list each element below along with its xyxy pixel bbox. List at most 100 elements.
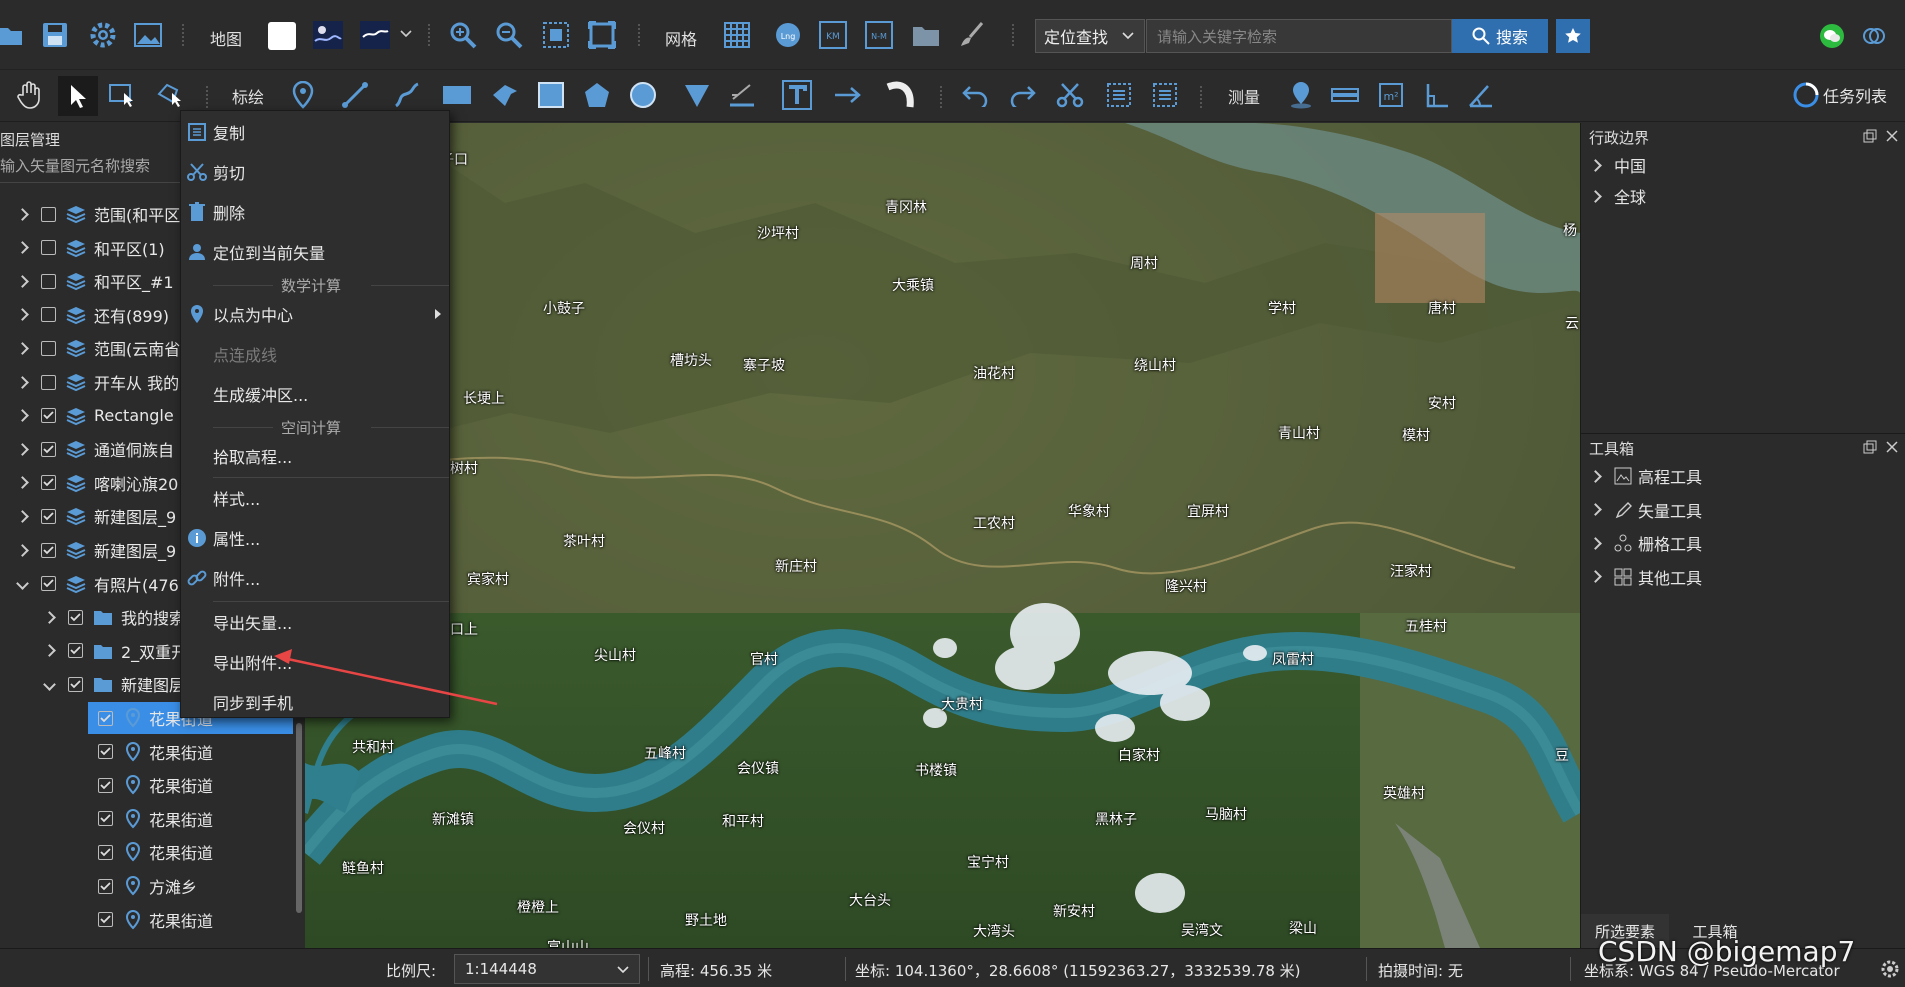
undo-icon[interactable] [960,80,990,110]
chevron-right-icon[interactable] [16,241,29,254]
layer-row[interactable]: 新建图层_9 [16,500,176,532]
measure-point-icon[interactable] [1286,80,1316,110]
menu-item-copy[interactable]: 复制 [181,113,449,151]
mapsheet-grid-icon[interactable]: N-M [864,20,894,50]
layer-row[interactable]: 范围(云南省 [16,332,180,364]
circle-draw-icon[interactable] [628,80,658,110]
toolbox-item[interactable]: 其他工具 [1589,565,1702,589]
wechat-icon[interactable] [1818,22,1846,50]
scale-select[interactable]: 1:144448 [454,954,640,984]
menu-item-locate[interactable]: 定位到当前矢量 [181,233,449,271]
feature-row[interactable]: 花果街道 [88,769,293,801]
paste-doc-icon[interactable] [1150,80,1180,110]
chevron-right-icon[interactable] [16,476,29,490]
layer-subfolder-row[interactable]: 2_双重开 [43,635,187,667]
menu-item-center-point[interactable]: 以点为中心 [181,295,449,333]
checkbox[interactable] [41,576,56,592]
zoom-out-icon[interactable] [494,20,524,50]
sector-draw-icon[interactable] [682,80,712,110]
lnglat-grid-icon[interactable]: Lng [773,20,803,50]
open-folder-icon[interactable] [0,20,24,50]
layer-row[interactable]: 通道侗族自 [16,433,174,465]
checkbox[interactable] [98,878,113,894]
search-button[interactable]: 搜索 [1452,19,1548,53]
chevron-down-icon[interactable] [16,577,29,590]
select-arrow-icon[interactable] [58,76,98,116]
zoom-extent-icon[interactable] [541,20,571,50]
float-panel-icon[interactable] [1863,129,1877,143]
feature-row[interactable]: 花果街道 [88,836,293,868]
menu-item-export-vector[interactable]: 导出矢量... [181,603,449,641]
curved-arrow-icon[interactable] [884,80,918,110]
chevron-down-icon[interactable] [43,678,56,691]
menu-item-connect-line[interactable]: 点连成线 [181,335,449,373]
checkbox[interactable] [41,240,56,256]
checkbox[interactable] [98,744,113,760]
checkbox[interactable] [98,777,113,793]
menu-item-cut[interactable]: 剪切 [181,153,449,191]
pentagon-draw-icon[interactable] [582,80,612,110]
checkbox[interactable] [68,643,83,659]
menu-item-pick-elevation[interactable]: 拾取高程... [181,437,449,475]
chevron-right-icon[interactable] [16,510,29,523]
layer-row[interactable]: 开车从 我的 [16,366,179,398]
layer-row[interactable]: 有照片(476 [16,568,179,600]
menu-item-properties[interactable]: 属性... [181,519,449,557]
select-polygon-icon[interactable] [156,80,186,110]
chevron-down-icon[interactable] [400,28,412,40]
favorite-button[interactable] [1556,19,1590,53]
measure-area-icon[interactable]: m² [1376,80,1406,110]
layer-row[interactable]: 范围(和平区 [16,198,180,230]
redo-icon[interactable] [1008,80,1038,110]
checkbox[interactable] [98,811,113,827]
layer-row[interactable]: Rectangle [16,400,174,432]
checkbox[interactable] [41,374,56,390]
zoom-in-icon[interactable] [448,20,478,50]
chevron-right-icon[interactable] [16,308,29,322]
checkbox[interactable] [98,844,113,860]
layer-row[interactable]: 新建图层_9 [16,534,176,566]
image-icon[interactable] [133,20,163,50]
checkbox[interactable] [41,273,56,289]
satellite-layer-icon[interactable] [360,20,390,50]
marker-point-icon[interactable] [288,80,318,110]
float-panel-icon[interactable] [1863,440,1877,454]
checkbox[interactable] [41,206,56,222]
layer-row[interactable]: 和平区_#1 [16,265,174,297]
feature-row[interactable]: 方滩乡 [88,870,293,902]
rectangle-draw-icon[interactable] [440,80,474,110]
save-icon[interactable] [40,20,70,50]
brush-icon[interactable] [957,20,987,50]
chevron-right-icon[interactable] [16,442,29,456]
feature-row[interactable]: 花果街道 [88,904,293,936]
layer-subfolder-row[interactable]: 新建图层 [43,668,185,700]
settings-gear-icon[interactable] [1880,959,1900,979]
settings-gear-icon[interactable] [88,20,118,50]
menu-item-sync-phone[interactable]: 同步到手机 [181,683,449,721]
square-draw-icon[interactable] [536,80,566,110]
menu-item-style[interactable]: 样式... [181,479,449,517]
admin-item[interactable]: 全球 [1589,184,1646,208]
menu-item-attachments[interactable]: 附件... [181,559,449,597]
user-group-icon[interactable] [1860,22,1888,50]
toolbox-item[interactable]: 栅格工具 [1589,531,1702,555]
chevron-right-icon[interactable] [43,610,56,624]
text-label-icon[interactable] [780,78,814,112]
layer-row[interactable]: 和平区(1) [16,232,165,264]
menu-item-export-attachment[interactable]: 导出附件... [181,643,449,681]
chevron-right-icon[interactable] [16,543,29,557]
close-icon[interactable] [1885,440,1899,454]
arrow-right-icon[interactable] [832,80,866,110]
close-icon[interactable] [1885,129,1899,143]
grid-icon[interactable] [722,20,752,50]
measure-distance-icon[interactable] [1330,80,1360,110]
pan-hand-icon[interactable] [15,80,45,110]
checkbox[interactable] [41,307,56,323]
feature-row[interactable]: 花果街道 [88,736,293,768]
checkbox[interactable] [68,609,83,625]
line-draw-icon[interactable] [340,80,370,110]
map-view[interactable]: 子口 青冈林 沙坪村 周村 大乘镇 小鼓子 学村 唐村 槽坊头 寨子坡 油花村 绕山村 长埂上 安村 青山村… [305,123,1580,948]
menu-item-buffer[interactable]: 生成缓冲区... [181,375,449,413]
folder-icon[interactable] [911,20,941,50]
freehand-line-icon[interactable] [392,80,422,110]
